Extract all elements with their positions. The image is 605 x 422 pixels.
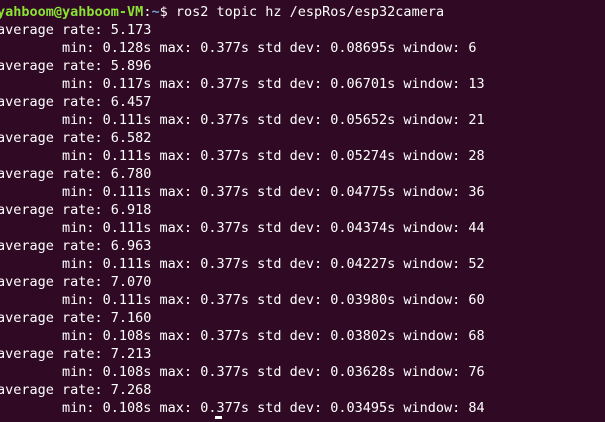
stats-line: min: 0.108s max: 0.377s std dev: 0.03495… <box>0 400 485 416</box>
prompt-user-host: yahboom@yahboom-VM <box>0 4 144 20</box>
stats-line: min: 0.108s max: 0.377s std dev: 0.03802… <box>0 328 485 344</box>
average-rate-line: average rate: 7.070 <box>0 274 152 290</box>
prompt-path: ~ <box>151 4 160 20</box>
average-rate-line: average rate: 6.963 <box>0 238 152 254</box>
stats-line: min: 0.111s max: 0.377s std dev: 0.04775… <box>0 184 485 200</box>
terminal-window[interactable]: yahboom@yahboom-VM:~$ ros2 topic hz /esp… <box>0 0 605 422</box>
command-prompt-line: yahboom@yahboom-VM:~$ ros2 topic hz /esp… <box>0 3 444 21</box>
average-rate-line: average rate: 6.582 <box>0 130 152 146</box>
stats-line: min: 0.117s max: 0.377s std dev: 0.06701… <box>0 76 485 92</box>
stats-line: min: 0.111s max: 0.377s std dev: 0.04374… <box>0 220 485 236</box>
average-rate-line: average rate: 6.918 <box>0 202 152 218</box>
average-rate-line: average rate: 6.457 <box>0 94 152 110</box>
average-rate-line: average rate: 7.160 <box>0 310 152 326</box>
stats-line: min: 0.108s max: 0.377s std dev: 0.03628… <box>0 364 485 380</box>
stats-line: min: 0.111s max: 0.377s std dev: 0.05652… <box>0 112 485 128</box>
average-rate-line: average rate: 5.896 <box>0 58 152 74</box>
stats-line: min: 0.111s max: 0.377s std dev: 0.03980… <box>0 292 485 308</box>
prompt-sign: $ <box>159 4 168 20</box>
command-text: ros2 topic hz /espRos/esp32camera <box>167 4 445 20</box>
stats-line: min: 0.111s max: 0.377s std dev: 0.04227… <box>0 256 485 272</box>
stats-line: min: 0.111s max: 0.377s std dev: 0.05274… <box>0 148 485 164</box>
text-cursor <box>215 416 222 419</box>
stats-line: min: 0.128s max: 0.377s std dev: 0.08695… <box>0 40 477 56</box>
average-rate-line: average rate: 7.268 <box>0 382 152 398</box>
average-rate-line: average rate: 7.213 <box>0 346 152 362</box>
average-rate-line: average rate: 6.780 <box>0 166 152 182</box>
average-rate-line: average rate: 5.173 <box>0 22 152 38</box>
